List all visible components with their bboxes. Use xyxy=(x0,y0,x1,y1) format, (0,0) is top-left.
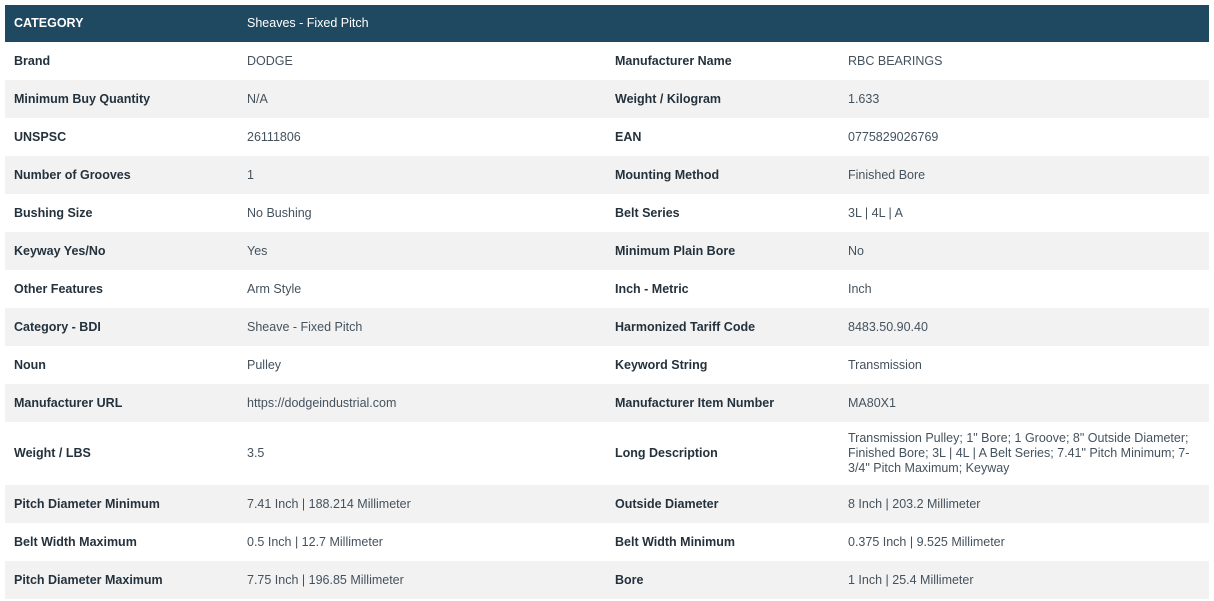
spec-label: Bore xyxy=(606,561,839,599)
spec-value: MA80X1 xyxy=(839,384,1209,422)
spec-value: 7.75 Inch | 196.85 Millimeter xyxy=(238,561,606,599)
spec-label: Mounting Method xyxy=(606,156,839,194)
spec-label: Belt Series xyxy=(606,194,839,232)
table-row: Manufacturer URL https://dodgeindustrial.… xyxy=(5,384,1209,422)
spec-label: Keyword String xyxy=(606,346,839,384)
spec-label: Weight / LBS xyxy=(5,422,238,485)
spec-value: Pulley xyxy=(238,346,606,384)
spec-value: 0775829026769 xyxy=(839,118,1209,156)
table-row: Other Features Arm Style Inch - Metric Inch xyxy=(5,270,1209,308)
spec-value: DODGE xyxy=(238,42,606,80)
spec-label: Other Features xyxy=(5,270,238,308)
spec-label: Pitch Diameter Minimum xyxy=(5,485,238,523)
spec-value: Yes xyxy=(238,232,606,270)
spec-label: Minimum Buy Quantity xyxy=(5,80,238,118)
spec-value: Arm Style xyxy=(238,270,606,308)
spec-label: Pitch Diameter Maximum xyxy=(5,561,238,599)
spec-label: Outside Diameter xyxy=(606,485,839,523)
spec-label: Inch - Metric xyxy=(606,270,839,308)
spec-value: RBC BEARINGS xyxy=(839,42,1209,80)
table-row: Bushing Size No Bushing Belt Series 3L | 4L… xyxy=(5,194,1209,232)
spec-label: Category - BDI xyxy=(5,308,238,346)
spec-value: Inch xyxy=(839,270,1209,308)
table-row: Belt Width Maximum 0.5 Inch | 12.7 Millim… xyxy=(5,523,1209,561)
table-row: Noun Pulley Keyword String Transmission xyxy=(5,346,1209,384)
spec-value: No xyxy=(839,232,1209,270)
spec-label: Weight / Kilogram xyxy=(606,80,839,118)
table-row: Number of Grooves 1 Mounting Method Finishe… xyxy=(5,156,1209,194)
spec-value: 3L | 4L | A xyxy=(839,194,1209,232)
spec-rows: Brand DODGE Manufacturer Name RBC BEARINGS M… xyxy=(5,42,1209,599)
spec-label: Manufacturer URL xyxy=(5,384,238,422)
table-header-row: CATEGORY Sheaves - Fixed Pitch xyxy=(5,5,1209,42)
spec-label: Manufacturer Name xyxy=(606,42,839,80)
spec-label: Noun xyxy=(5,346,238,384)
spec-value: 3.5 xyxy=(238,422,606,485)
spec-value: N/A xyxy=(238,80,606,118)
table-row: Pitch Diameter Minimum 7.41 Inch | 188.21… xyxy=(5,485,1209,523)
spec-value: No Bushing xyxy=(238,194,606,232)
spec-value: Transmission Pulley; 1" Bore; 1 Groove; … xyxy=(839,422,1209,485)
spec-label: Harmonized Tariff Code xyxy=(606,308,839,346)
spec-value: 8483.50.90.40 xyxy=(839,308,1209,346)
table-row: Category - BDI Sheave - Fixed Pitch Harmon… xyxy=(5,308,1209,346)
table-row: Keyway Yes/No Yes Minimum Plain Bore No xyxy=(5,232,1209,270)
spec-label: Long Description xyxy=(606,422,839,485)
table-row: UNSPSC 26111806 EAN 0775829026769 xyxy=(5,118,1209,156)
spec-label: Brand xyxy=(5,42,238,80)
spec-value: Sheave - Fixed Pitch xyxy=(238,308,606,346)
specifications-table: CATEGORY Sheaves - Fixed Pitch Brand DODG… xyxy=(5,5,1209,599)
spec-value: 0.5 Inch | 12.7 Millimeter xyxy=(238,523,606,561)
spec-value: Transmission xyxy=(839,346,1209,384)
table-row: Minimum Buy Quantity N/A Weight / Kilogram… xyxy=(5,80,1209,118)
specifications-panel: CATEGORY Sheaves - Fixed Pitch Brand DODG… xyxy=(5,5,1209,599)
table-row: Pitch Diameter Maximum 7.75 Inch | 196.85… xyxy=(5,561,1209,599)
spec-value: 1 xyxy=(238,156,606,194)
category-label: CATEGORY xyxy=(5,5,238,42)
spec-value: 0.375 Inch | 9.525 Millimeter xyxy=(839,523,1209,561)
spec-label: Minimum Plain Bore xyxy=(606,232,839,270)
spec-label: Bushing Size xyxy=(5,194,238,232)
table-row: Brand DODGE Manufacturer Name RBC BEARINGS xyxy=(5,42,1209,80)
spec-label: Belt Width Maximum xyxy=(5,523,238,561)
spec-label: Number of Grooves xyxy=(5,156,238,194)
spec-label: Belt Width Minimum xyxy=(606,523,839,561)
spec-value: 26111806 xyxy=(238,118,606,156)
spec-value: 1.633 xyxy=(839,80,1209,118)
spec-label: Keyway Yes/No xyxy=(5,232,238,270)
spec-label: UNSPSC xyxy=(5,118,238,156)
spec-value: 1 Inch | 25.4 Millimeter xyxy=(839,561,1209,599)
spec-value: 7.41 Inch | 188.214 Millimeter xyxy=(238,485,606,523)
spec-value: 8 Inch | 203.2 Millimeter xyxy=(839,485,1209,523)
spec-value: Finished Bore xyxy=(839,156,1209,194)
spec-value: https://dodgeindustrial.com xyxy=(238,384,606,422)
spec-label: EAN xyxy=(606,118,839,156)
table-row: Weight / LBS 3.5 Long Description Transmiss… xyxy=(5,422,1209,485)
category-value: Sheaves - Fixed Pitch xyxy=(238,5,606,42)
spec-label: Manufacturer Item Number xyxy=(606,384,839,422)
